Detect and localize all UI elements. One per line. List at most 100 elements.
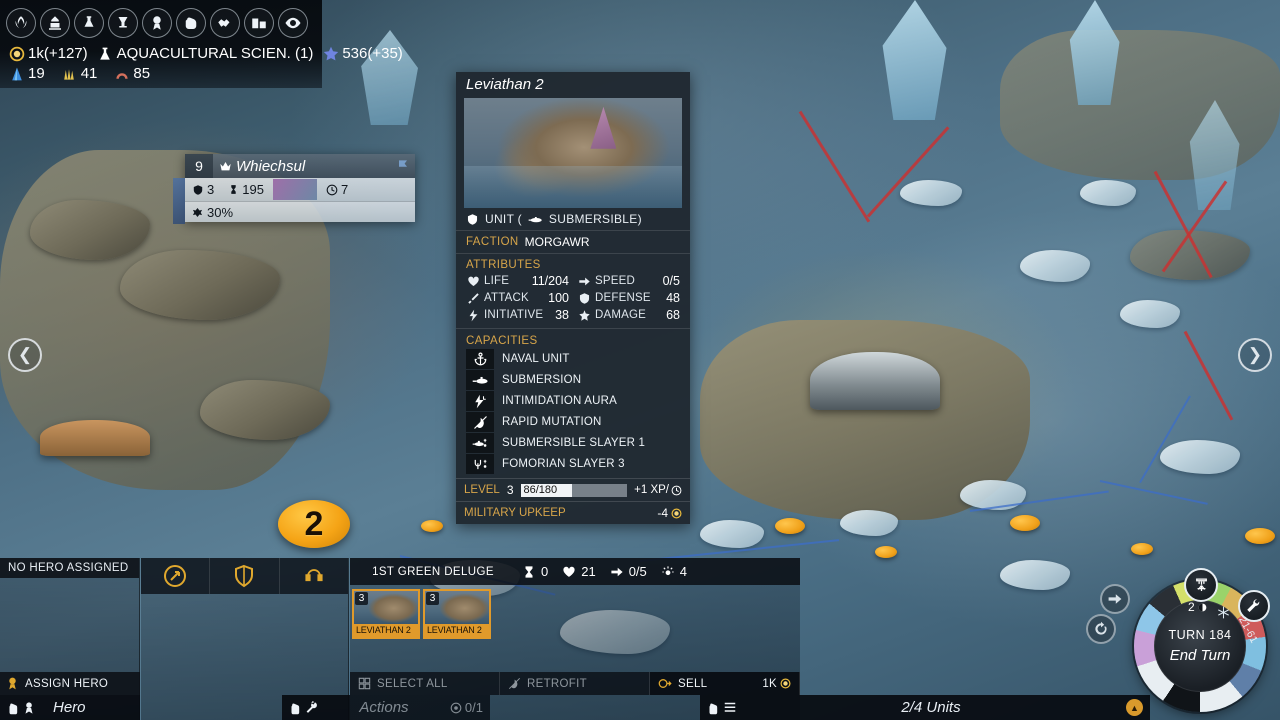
city-tooltip-header: 9 Whiechsul	[185, 154, 415, 178]
army-panel: 1ST GREEN DELUGE 0 21 0/5 4 3 LEVIATHAN …	[350, 558, 1150, 720]
sell-button[interactable]: SELL 1K	[650, 672, 800, 695]
cycle-refresh-icon[interactable]	[1086, 614, 1116, 644]
eye-vision-icon[interactable]	[278, 8, 308, 38]
city-stats-row: 3 195 7	[185, 178, 415, 201]
upkeep-value: -4	[657, 506, 668, 520]
handshake-diplomacy-icon[interactable]	[210, 8, 240, 38]
city-tooltip[interactable]: 9 Whiechsul 3 195 7 30%	[173, 154, 415, 224]
map-rock	[200, 380, 330, 440]
fist-icon	[291, 703, 300, 714]
crown-icon	[220, 161, 231, 170]
resource-row-strategic: 19 41 85	[0, 63, 322, 84]
city-approval-row: 30%	[185, 201, 415, 222]
shield-defense-icon	[577, 292, 591, 305]
vision-eye-icon	[662, 565, 674, 575]
fortify-action-button[interactable]	[210, 558, 280, 594]
end-turn-label: End Turn	[1169, 647, 1231, 664]
sell-cost: 1K	[762, 678, 791, 690]
military-upkeep-row: MILITARY UPKEEP -4	[456, 502, 690, 524]
map-ruin-structure	[810, 352, 940, 410]
city-defense-value: 3	[207, 182, 215, 197]
city-population-bar	[173, 178, 185, 224]
unit-card[interactable]: 3 LEVIATHAN 2	[352, 589, 420, 639]
army-stat-hourglass: 0	[522, 564, 548, 579]
unit-faction-row: FACTION MORGAWR	[456, 231, 690, 254]
faction-label: FACTION	[466, 236, 519, 248]
unit-card[interactable]: 3 LEVIATHAN 2	[423, 589, 491, 639]
unit-shield-icon	[467, 213, 478, 225]
science-flask-icon	[97, 45, 114, 62]
ice-floe	[1080, 180, 1136, 206]
bolt-initiative-icon	[466, 309, 480, 322]
city-turns-value: 7	[340, 182, 349, 197]
map-resource-marker[interactable]	[421, 520, 443, 532]
turn-wheel: TURN 184 End Turn 2 21-61	[1086, 568, 1274, 718]
retrofit-button[interactable]: RETROFIT	[500, 672, 650, 695]
titanium-value: 19	[28, 65, 45, 82]
approval-icon	[192, 207, 203, 217]
xp-value: 86/180	[523, 484, 558, 496]
swap-units-icon	[305, 569, 323, 582]
capacity-rapid-mutation: RAPID MUTATION	[456, 412, 690, 433]
wrench-icon	[306, 700, 317, 713]
season-turn-count: 2	[1188, 600, 1208, 614]
map-resource-marker[interactable]	[1010, 515, 1040, 531]
city-faction-flag-icon	[399, 160, 407, 167]
territory-border-red	[798, 110, 871, 223]
assign-hero-button[interactable]: ASSIGN HERO	[0, 672, 140, 695]
fist-icon	[709, 703, 718, 714]
swap-action-button[interactable]	[279, 558, 348, 594]
chevron-right-icon[interactable]: ❯	[1238, 338, 1272, 372]
unit-card-level: 3	[355, 592, 368, 605]
city-approval-value: 30%	[207, 204, 234, 220]
research-flask-icon[interactable]	[74, 8, 104, 38]
army-stack-token[interactable]: 2	[278, 500, 350, 548]
city-defense: 3	[185, 182, 221, 197]
ice-floe	[840, 510, 898, 536]
sword-attack-icon	[466, 292, 480, 305]
ice-crystal	[882, 0, 947, 120]
ice-floe	[700, 520, 764, 548]
grid-icon	[358, 677, 371, 690]
army-stat-vision: 4	[661, 564, 687, 579]
gold-coin-icon	[8, 45, 25, 62]
medal-award-icon	[9, 677, 16, 690]
medal-icon	[25, 701, 33, 714]
territory-border-blue	[1099, 480, 1208, 505]
city-name: Whiechsul	[213, 158, 395, 175]
top-hud-bar: 1k(+127) AQUACULTURAL SCIEN. (1) 536(+35…	[0, 0, 403, 88]
winter-season-icon[interactable]	[1184, 568, 1218, 602]
map-resource-marker[interactable]	[775, 518, 805, 534]
move-action-button[interactable]	[141, 558, 211, 594]
laurel-victory-icon[interactable]	[6, 8, 36, 38]
upkeep-value-group: -4	[657, 506, 682, 520]
ice-floe	[1020, 250, 1090, 282]
city-production-thumbnail	[272, 179, 317, 200]
hourglass-icon	[525, 565, 533, 578]
actions-panel: Actions 0/1	[141, 558, 490, 720]
ice-floe	[900, 180, 962, 206]
arrow-right-icon[interactable]	[1100, 584, 1130, 614]
capacity-naval-unit: NAVAL UNIT	[456, 349, 690, 370]
influence-star-icon	[322, 45, 339, 62]
unit-card-thumbnail: 3	[425, 591, 489, 624]
attribute-initiative: INITIATIVE 38	[464, 307, 571, 323]
capitol-empire-icon[interactable]	[40, 8, 70, 38]
army-stat-movement: 0/5	[610, 564, 647, 579]
map-resource-marker[interactable]	[1131, 543, 1153, 555]
city-turns: 7	[319, 182, 355, 197]
submersible-icon	[528, 216, 542, 222]
buildings-marketplace-icon[interactable]	[244, 8, 274, 38]
movement-arrow-icon	[611, 567, 623, 576]
quest-chalice-icon[interactable]	[108, 8, 138, 38]
map-resource-marker[interactable]	[1245, 528, 1275, 544]
army-name: 1ST GREEN DELUGE	[372, 565, 494, 578]
select-all-button[interactable]: SELECT ALL	[350, 672, 500, 695]
fist-military-icon[interactable]	[176, 8, 206, 38]
unit-card-name: LEVIATHAN 2	[356, 625, 411, 635]
chevron-left-icon[interactable]: ❮	[8, 338, 42, 372]
unit-card-level: 3	[426, 592, 439, 605]
medal-award-icon[interactable]	[142, 8, 172, 38]
map-resource-marker[interactable]	[875, 546, 897, 558]
retrofit-icon	[508, 677, 521, 690]
